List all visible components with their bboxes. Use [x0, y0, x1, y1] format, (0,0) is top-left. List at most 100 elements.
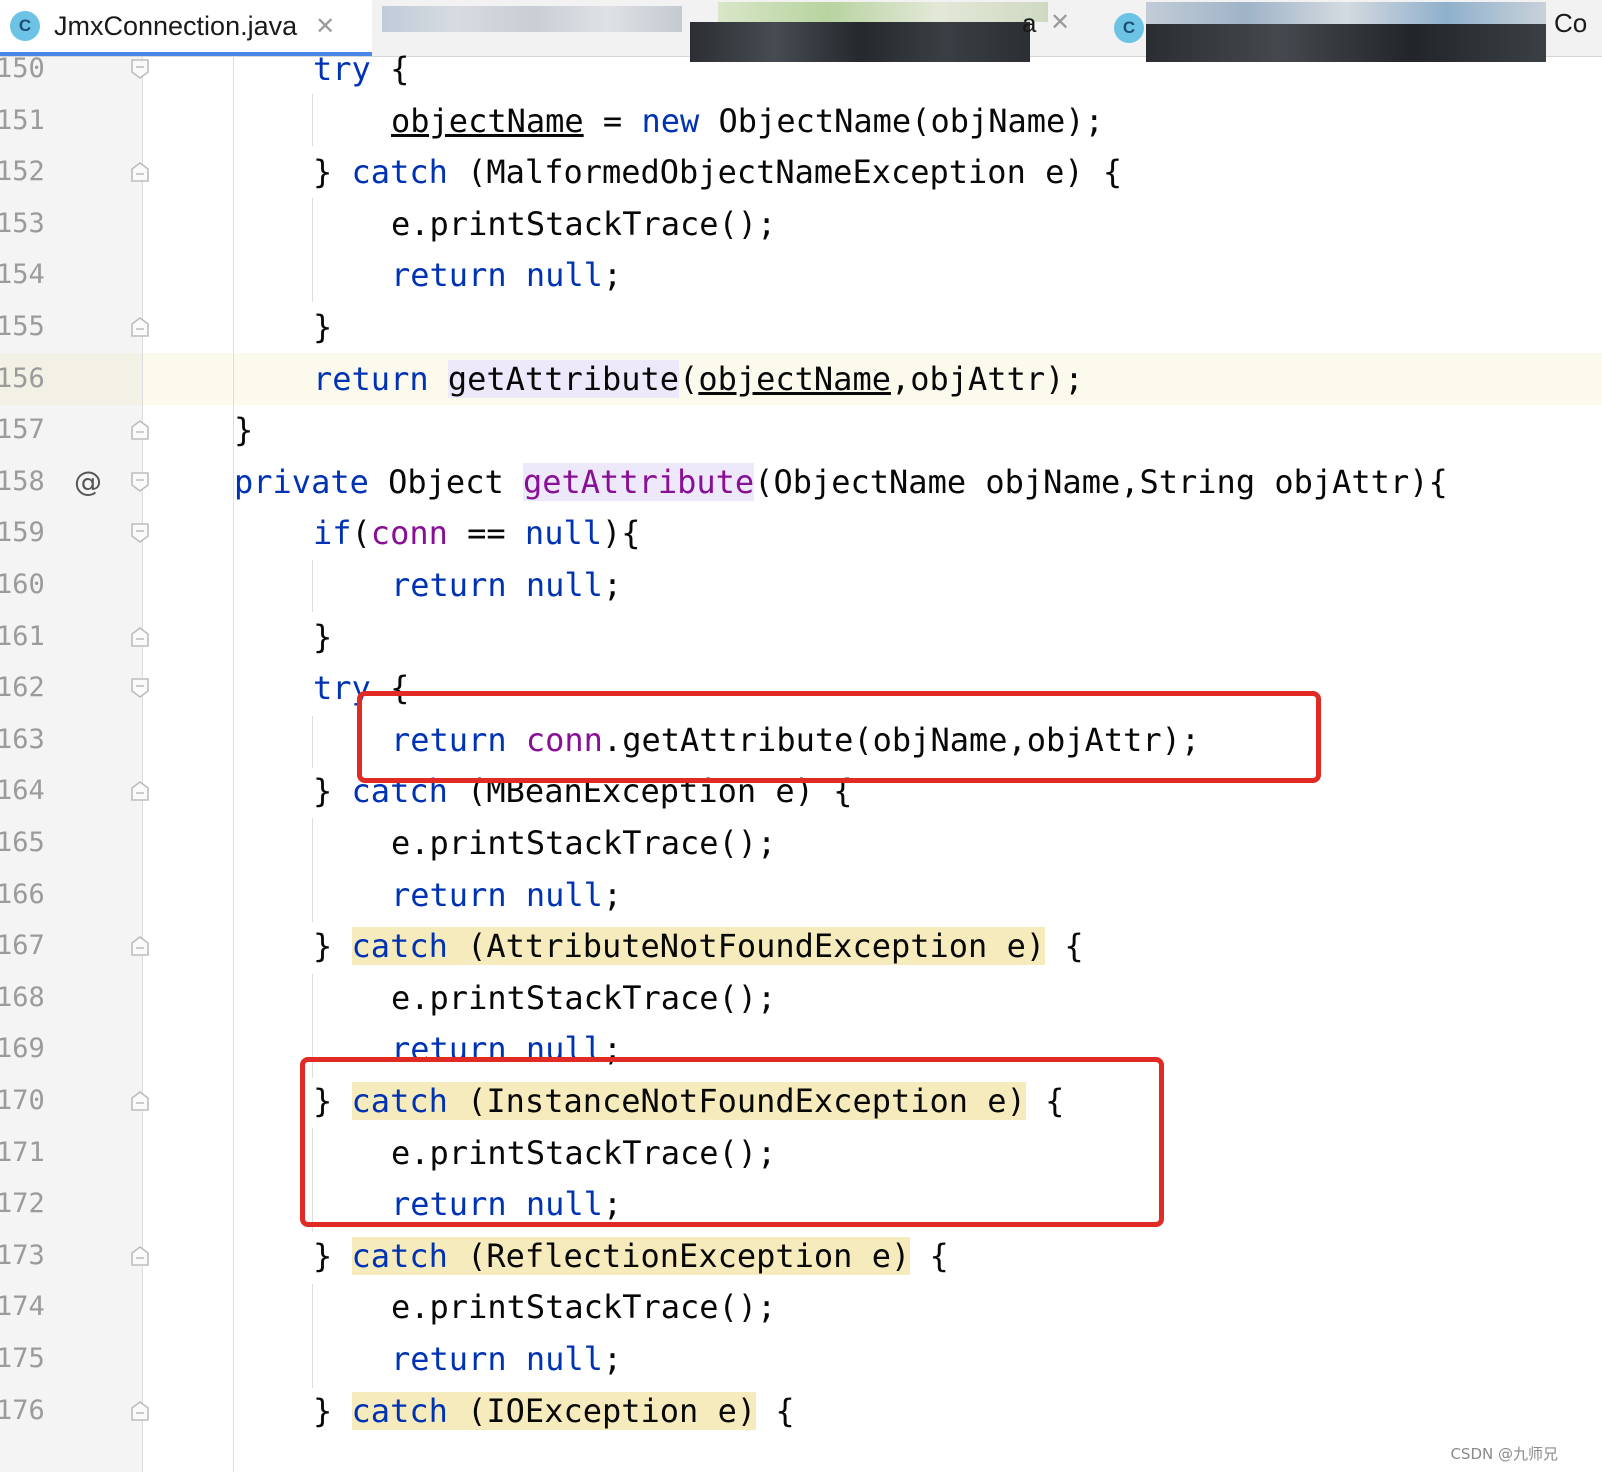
line-number: 156 [0, 362, 45, 394]
code-text: } [313, 301, 332, 353]
gutter-row: 156 [0, 352, 142, 405]
code-keyword: return [313, 359, 429, 398]
code-text: e.printStackTrace(); [391, 198, 776, 250]
code-token: e.printStackTrace(); [391, 978, 777, 1017]
code-line[interactable]: e.printStackTrace(); [143, 1281, 1602, 1333]
gutter-row: 170 [0, 1075, 149, 1127]
code-line[interactable]: try { [143, 43, 1602, 95]
code-token: } [313, 927, 352, 966]
code-token: Object [368, 462, 523, 501]
gutter-row: 159 [0, 507, 149, 559]
code-token: conn [370, 514, 448, 553]
tab-label: JmxConnection.java [54, 10, 298, 41]
code-line[interactable]: } [143, 404, 1602, 456]
code-keyword: null [525, 566, 603, 604]
code-token: ObjectName(objName); [699, 101, 1104, 140]
code-line[interactable]: } [143, 611, 1602, 663]
code-token: e.printStackTrace(); [391, 824, 777, 862]
indent-guide [312, 198, 313, 302]
override-marker-icon[interactable]: @ [74, 456, 102, 508]
code-keyword: return [391, 1340, 507, 1378]
gutter-row: 164 [0, 765, 149, 817]
code-line[interactable]: e.printStackTrace(); [143, 198, 1602, 250]
gutter-row: 162 [0, 662, 149, 714]
code-token: } [313, 308, 333, 346]
code-line[interactable]: private Object getAttribute(ObjectName o… [143, 456, 1602, 508]
code-line[interactable]: if(conn == null){ [143, 507, 1602, 559]
code-line[interactable]: return getAttribute(objectName,objAttr); [143, 352, 1602, 405]
line-number: 160 [0, 569, 45, 600]
annotation-box-instance-not-found [300, 1057, 1164, 1227]
code-keyword: if [313, 514, 352, 553]
line-number: 174 [0, 1291, 45, 1323]
code-token: ; [602, 1340, 623, 1378]
line-number: 169 [0, 1033, 45, 1065]
code-text: } [234, 404, 253, 456]
code-line[interactable]: return null; [143, 559, 1602, 611]
gutter-row: 163 [0, 714, 142, 766]
code-token: getAttribute [447, 359, 680, 398]
close-icon[interactable]: ✕ [315, 12, 335, 40]
code-token: = [583, 101, 642, 140]
code-line[interactable]: e.printStackTrace(); [143, 817, 1602, 869]
code-token: } [313, 1391, 352, 1430]
gutter-row: 174 [0, 1281, 142, 1333]
code-token: } [313, 617, 333, 656]
line-number: 163 [0, 723, 45, 755]
code-token: ; [602, 256, 623, 295]
code-line[interactable]: return null; [143, 869, 1602, 921]
indent-guide [312, 94, 313, 146]
annotation-box-conn-getattribute [357, 691, 1321, 783]
code-line[interactable]: } catch (AttributeNotFoundException e) { [143, 920, 1602, 972]
code-keyword: try [313, 50, 371, 88]
gutter-row: 161 [0, 611, 149, 663]
code-token: (IOException e) [447, 1391, 757, 1430]
code-text: } catch (MalformedObjectNameException e)… [313, 146, 1122, 198]
code-text: e.printStackTrace(); [391, 1281, 776, 1333]
code-token: ){ [601, 514, 641, 553]
code-keyword: return [391, 566, 507, 604]
code-line[interactable]: } [143, 301, 1602, 353]
line-number: 170 [0, 1085, 45, 1116]
redacted-area [1146, 2, 1546, 26]
gutter-row: 154 [0, 249, 142, 301]
code-line[interactable]: } catch (ReflectionException e) { [143, 1230, 1602, 1282]
gutter-row: 152 [0, 146, 149, 198]
code-text: } [313, 611, 332, 663]
code-token: (MalformedObjectNameException e) { [447, 153, 1123, 192]
code-token: (AttributeNotFoundException e) [447, 927, 1046, 966]
line-number: 152 [0, 156, 45, 188]
code-token: ; [602, 875, 623, 914]
code-line[interactable]: e.printStackTrace(); [143, 972, 1602, 1024]
gutter-row: 175 [0, 1333, 142, 1385]
gutter-row: 153 [0, 198, 142, 250]
indent-guide [312, 716, 313, 768]
java-class-icon: C [10, 11, 40, 41]
gutter-row: 176 [0, 1385, 149, 1437]
code-token: ( [679, 359, 699, 398]
tab-label: a [1022, 8, 1037, 38]
line-number: 173 [0, 1239, 45, 1271]
code-line[interactable]: return null; [143, 1333, 1602, 1385]
gutter-row: 157 [0, 404, 149, 456]
code-token: } [313, 153, 352, 192]
code-text: return null; [391, 559, 622, 611]
gutter-row: 169 [0, 1023, 142, 1075]
code-token: objectName [698, 359, 891, 398]
line-number: 164 [0, 775, 45, 807]
code-text: if(conn == null){ [313, 507, 641, 559]
code-keyword: null [525, 256, 603, 295]
java-class-icon: C [1114, 13, 1144, 43]
line-number: 171 [0, 1136, 45, 1168]
code-line[interactable]: } catch (IOException e) { [143, 1385, 1602, 1437]
gutter-row: 167 [0, 920, 149, 972]
code-token: { [1045, 927, 1084, 966]
code-line[interactable]: } catch (MalformedObjectNameException e)… [143, 146, 1602, 198]
close-icon[interactable]: ✕ [1050, 8, 1070, 36]
code-token: } [313, 772, 352, 811]
code-line[interactable]: objectName = new ObjectName(objName); [143, 95, 1602, 147]
code-line[interactable]: return null; [143, 249, 1602, 301]
line-number: 162 [0, 672, 45, 704]
